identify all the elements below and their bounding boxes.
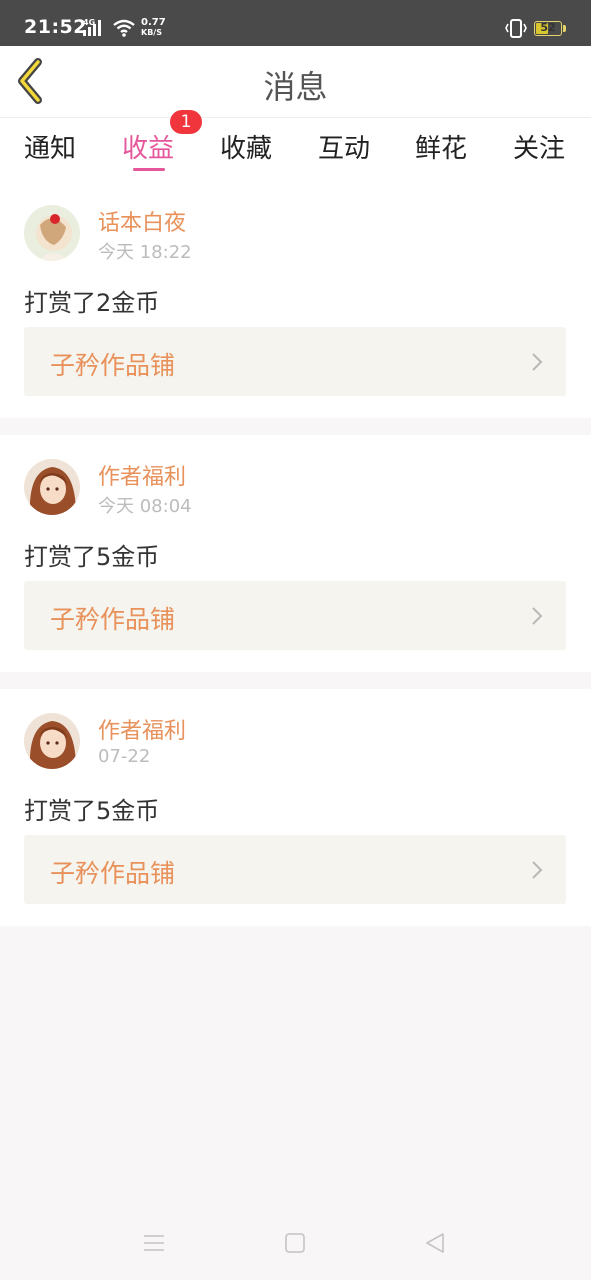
battery-tip: [563, 25, 566, 32]
status-bar: 21:52 4G 0.77 KB/S 52: [0, 0, 591, 46]
shop-link[interactable]: 子矜作品铺: [24, 581, 566, 650]
chevron-right-icon: [532, 607, 543, 625]
unread-badge: 1: [170, 110, 202, 134]
home-square-icon[interactable]: [284, 1232, 306, 1254]
message-card: 作者福利 07-22 打赏了5金币 子矜作品铺: [0, 689, 591, 926]
tab-bar: 通知 收益 收藏 互动 鲜花 关注: [0, 118, 591, 181]
active-tab-indicator: [133, 168, 165, 171]
shop-link-label: 子矜作品铺: [50, 605, 176, 634]
signal-icon: 4G: [83, 18, 107, 42]
speed-value: 0.77: [141, 17, 166, 28]
message-time: 07-22: [98, 746, 151, 767]
tab-follow[interactable]: 关注: [513, 128, 565, 165]
vibrate-icon: [504, 18, 528, 44]
chevron-right-icon: [532, 861, 543, 879]
shop-link[interactable]: 子矜作品铺: [24, 835, 566, 904]
tab-flowers[interactable]: 鲜花: [415, 128, 467, 165]
tab-favorites[interactable]: 收藏: [220, 128, 272, 165]
menu-icon[interactable]: [143, 1232, 165, 1254]
tab-interaction[interactable]: 互动: [318, 128, 370, 165]
back-triangle-icon[interactable]: [424, 1232, 446, 1254]
avatar-image: [24, 205, 80, 261]
message-time: 今天 08:04: [98, 496, 192, 517]
status-time: 21:52: [24, 16, 87, 38]
message-text: 打赏了5金币: [24, 797, 160, 825]
shop-link-label: 子矜作品铺: [50, 351, 176, 380]
message-time: 今天 18:22: [98, 242, 192, 263]
header: 消息: [0, 46, 591, 118]
battery-level: 52: [540, 21, 556, 34]
page-title: 消息: [263, 68, 328, 106]
sender-name[interactable]: 作者福利: [98, 713, 186, 745]
speed-unit: KB/S: [141, 28, 162, 37]
message-text: 打赏了5金币: [24, 543, 160, 571]
message-text: 打赏了2金币: [24, 289, 160, 317]
message-card: 作者福利 今天 08:04 打赏了5金币 子矜作品铺: [0, 435, 591, 672]
avatar[interactable]: [24, 205, 80, 261]
wifi-icon: [112, 18, 136, 42]
battery-icon: 52: [534, 21, 562, 36]
avatar-image: [24, 713, 80, 769]
chevron-right-icon: [532, 353, 543, 371]
sender-name[interactable]: 话本白夜: [98, 205, 186, 237]
tab-earnings[interactable]: 收益: [122, 128, 174, 165]
network-speed: 0.77 KB/S: [141, 18, 166, 38]
sender-name[interactable]: 作者福利: [98, 459, 186, 491]
tab-notice[interactable]: 通知: [24, 128, 76, 165]
shop-link-label: 子矜作品铺: [50, 859, 176, 888]
avatar[interactable]: [24, 713, 80, 769]
system-nav-bar: [0, 1210, 591, 1280]
shop-link[interactable]: 子矜作品铺: [24, 327, 566, 396]
avatar-image: [24, 459, 80, 515]
avatar[interactable]: [24, 459, 80, 515]
message-card: 话本白夜 今天 18:22 打赏了2金币 子矜作品铺: [0, 181, 591, 418]
